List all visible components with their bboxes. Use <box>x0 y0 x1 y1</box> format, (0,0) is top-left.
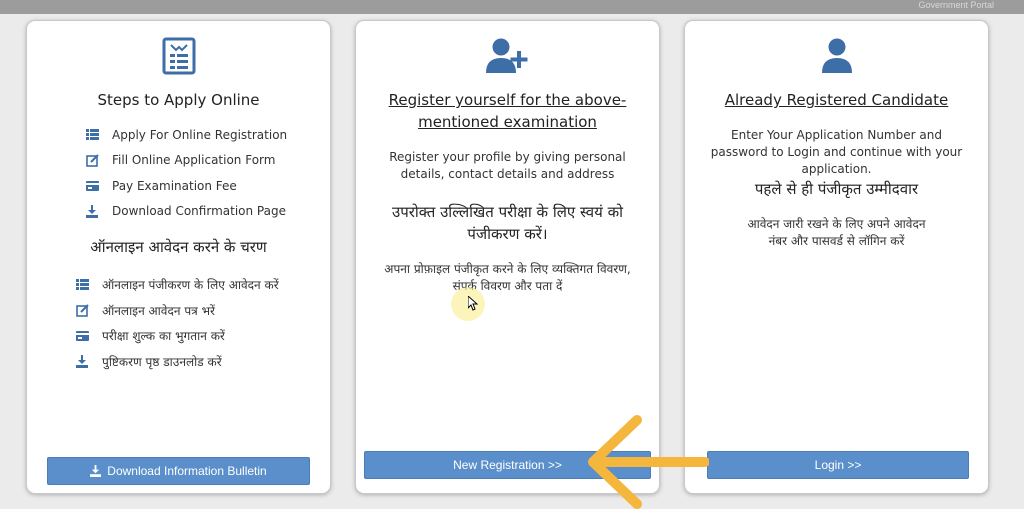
steps-card: Steps to Apply Online Apply For Online R… <box>26 20 331 494</box>
edit-icon <box>75 303 89 317</box>
screen: Government Portal Steps to Apply Online … <box>0 0 1024 509</box>
step-item: ऑनलाइन आवेदन पत्र भरें <box>75 298 279 324</box>
step-label: Apply For Online Registration <box>112 127 288 142</box>
steps-title: Steps to Apply Online <box>97 91 260 109</box>
steps-list-english: Apply For Online Registration Fill Onlin… <box>85 122 287 224</box>
register-description: Register your profile by giving personal… <box>389 150 626 181</box>
user-icon <box>821 37 853 79</box>
step-item: Apply For Online Registration <box>85 122 287 148</box>
steps-list-hindi: ऑनलाइन पंजीकरण के लिए आवेदन करें ऑनलाइन … <box>75 272 279 374</box>
step-item: ऑनलाइन पंजीकरण के लिए आवेदन करें <box>75 272 279 298</box>
mouse-cursor-icon <box>467 294 479 315</box>
step-label: Download Confirmation Page <box>112 204 286 219</box>
step-label: Fill Online Application Form <box>112 153 276 168</box>
form-list-icon <box>162 37 196 79</box>
step-item: Pay Examination Fee <box>85 173 287 199</box>
login-card: Already Registered Candidate Enter Your … <box>684 20 989 494</box>
step-label: Pay Examination Fee <box>112 178 237 193</box>
steps-hindi-heading: ऑनलाइन आवेदन करने के चरण <box>90 238 267 256</box>
register-hindi-description: अपना प्रोफ़ाइल पंजीकृत करने के लिए व्यक्… <box>384 262 631 293</box>
download-icon <box>85 204 99 218</box>
step-label: ऑनलाइन आवेदन पत्र भरें <box>102 303 215 318</box>
step-label: पुष्टिकरण पृष्ठ डाउनलोड करें <box>102 354 222 369</box>
login-hindi-heading: पहले से ही पंजीकृत उम्मीदवार <box>754 180 919 198</box>
step-item: पुष्टिकरण पृष्ठ डाउनलोड करें <box>75 349 279 375</box>
list-icon <box>75 278 89 292</box>
card-icon <box>75 329 89 343</box>
step-item: Fill Online Application Form <box>85 148 287 174</box>
step-item: Download Confirmation Page <box>85 199 287 225</box>
register-hindi-heading: उपरोक्त उल्लिखित परीक्षा के लिए स्वयं को… <box>391 203 624 243</box>
step-item: परीक्षा शुल्क का भुगतान करें <box>75 323 279 349</box>
card-icon <box>85 179 99 193</box>
login-button[interactable]: Login >> <box>707 451 969 479</box>
pointer-arrow-icon <box>579 414 710 509</box>
register-title[interactable]: Register yourself for the above-mentione… <box>376 89 639 133</box>
download-icon <box>75 354 89 368</box>
login-title[interactable]: Already Registered Candidate <box>705 89 968 111</box>
user-plus-icon <box>484 37 532 79</box>
watermark: Government Portal <box>918 0 994 10</box>
step-label: ऑनलाइन पंजीकरण के लिए आवेदन करें <box>102 278 279 293</box>
login-description: Enter Your Application Number and passwo… <box>710 128 963 176</box>
login-hindi-description: आवेदन जारी रखने के लिए अपने आवेदन नंबर औ… <box>747 217 926 248</box>
step-label: परीक्षा शुल्क का भुगतान करें <box>102 329 225 344</box>
download-bulletin-button[interactable]: Download Information Bulletin <box>47 457 310 485</box>
download-icon <box>90 465 102 477</box>
edit-icon <box>85 153 99 167</box>
top-strip <box>0 0 1024 14</box>
download-bulletin-label: Download Information Bulletin <box>107 464 267 478</box>
list-icon <box>85 128 99 142</box>
